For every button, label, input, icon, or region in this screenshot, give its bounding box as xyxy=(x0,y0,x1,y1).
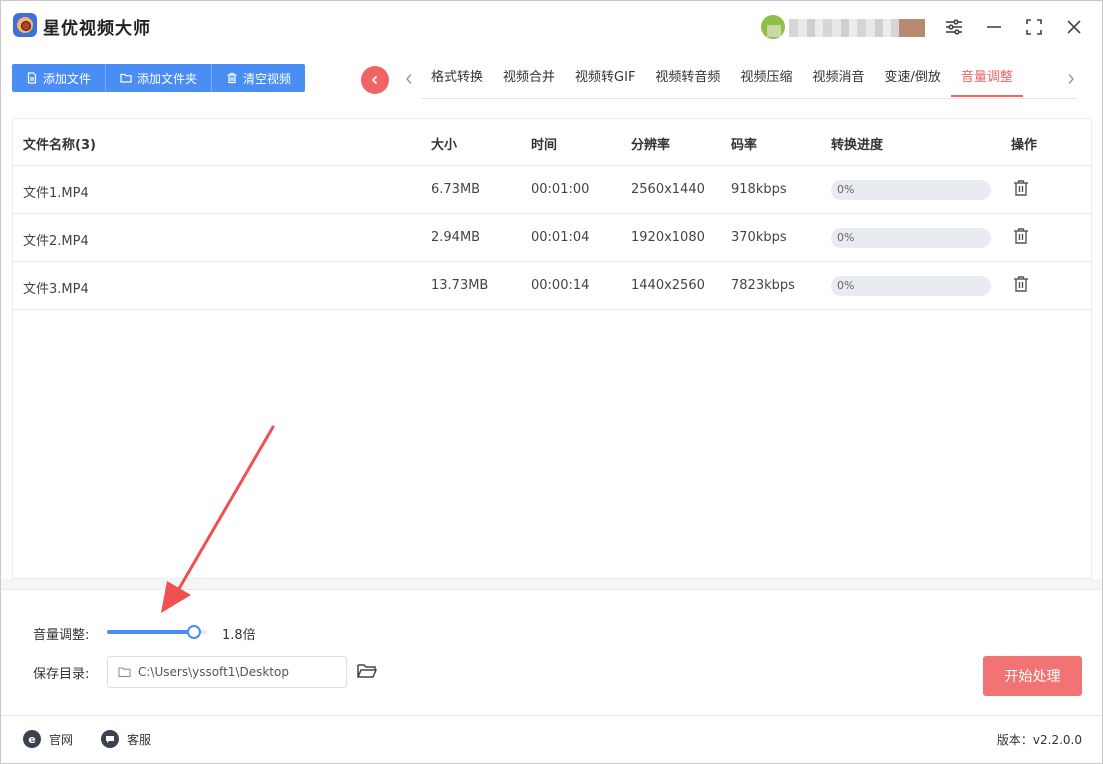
table-header: 文件名称(3) 大小 时间 分辨率 码率 转换进度 操作 xyxy=(13,119,1091,166)
tab-7[interactable]: 变速/倒放 xyxy=(874,61,950,97)
progress-text: 0% xyxy=(837,279,855,292)
add-file-label: 添加文件 xyxy=(43,71,92,86)
website-e-icon: e xyxy=(23,730,41,748)
cell-bitrate: 7823kbps xyxy=(731,278,795,293)
user-name-blurred[interactable] xyxy=(789,19,925,37)
divider xyxy=(1,589,1102,590)
progress-bar: 0% xyxy=(831,180,991,200)
progress-bar: 0% xyxy=(831,228,991,248)
website-label: 官网 xyxy=(49,732,74,747)
tab-2[interactable]: 视频合并 xyxy=(493,61,565,97)
settings-sliders-icon[interactable] xyxy=(942,15,966,39)
cell-duration: 00:00:14 xyxy=(531,278,590,293)
status-bar: e 官网 客服 版本：v2.2.0.0 xyxy=(1,715,1102,763)
progress-text: 0% xyxy=(837,183,855,196)
volume-slider[interactable] xyxy=(107,624,207,640)
chevron-left-icon xyxy=(371,75,378,85)
cell-resolution: 1920x1080 xyxy=(631,230,705,245)
add-folder-label: 添加文件夹 xyxy=(137,71,198,86)
header-progress: 转换进度 xyxy=(831,138,884,153)
cell-bitrate: 918kbps xyxy=(731,182,787,197)
app-window: 星优视频大师 添加文件 添加文件夹 清空视频 格式转换 视频合并 视频转GIF … xyxy=(0,0,1103,764)
feature-tabs: 格式转换 视频合并 视频转GIF 视频转音频 视频压缩 视频消音 变速/倒放 音量调整 xyxy=(421,61,1077,99)
tab-5[interactable]: 视频压缩 xyxy=(730,61,802,97)
file-icon xyxy=(26,72,38,84)
delete-trash-icon[interactable] xyxy=(1011,226,1031,246)
app-logo-icon xyxy=(13,13,37,37)
user-avatar[interactable] xyxy=(761,15,785,39)
progress-text: 0% xyxy=(837,231,855,244)
tab-1[interactable]: 格式转换 xyxy=(421,61,493,97)
header-resolution: 分辨率 xyxy=(631,138,671,153)
volume-slider-fill xyxy=(107,630,194,634)
table-row[interactable]: 文件3.MP4 13.73MB 00:00:14 1440x2560 7823kbps 0… xyxy=(13,262,1091,310)
delete-trash-icon[interactable] xyxy=(1011,178,1031,198)
maximize-icon[interactable] xyxy=(1022,15,1046,39)
support-label: 客服 xyxy=(127,732,152,747)
tab-4[interactable]: 视频转音频 xyxy=(645,61,730,97)
table-footer-band xyxy=(1,579,1102,589)
table-row[interactable]: 文件2.MP4 2.94MB 00:01:04 1920x1080 370kbps 0% xyxy=(13,214,1091,262)
title-bar: 星优视频大师 xyxy=(1,1,1102,53)
folder-outline-icon xyxy=(118,666,131,678)
file-action-buttons: 添加文件 添加文件夹 清空视频 xyxy=(12,64,306,92)
website-link[interactable]: e 官网 xyxy=(23,730,73,748)
clear-videos-button[interactable]: 清空视频 xyxy=(212,64,306,92)
tabs-scroll-right-icon[interactable] xyxy=(1063,69,1079,89)
chat-bubble-icon xyxy=(101,730,119,748)
add-folder-button[interactable]: 添加文件夹 xyxy=(106,64,213,92)
open-folder-icon[interactable] xyxy=(356,661,378,681)
cell-duration: 00:01:04 xyxy=(531,230,590,245)
cell-file-name: 文件2.MP4 xyxy=(23,234,89,249)
header-duration: 时间 xyxy=(531,138,558,153)
cell-resolution: 2560x1440 xyxy=(631,182,705,197)
clear-videos-label: 清空视频 xyxy=(243,71,292,86)
minimize-icon[interactable] xyxy=(982,15,1006,39)
save-dir-path: C:\Users\yssoft1\Desktop xyxy=(138,665,289,679)
trash-icon xyxy=(226,72,238,84)
version-text: 版本：v2.2.0.0 xyxy=(996,733,1082,747)
header-actions: 操作 xyxy=(1011,138,1038,153)
app-title: 星优视频大师 xyxy=(43,19,151,39)
cell-size: 2.94MB xyxy=(431,230,481,245)
start-processing-button[interactable]: 开始处理 xyxy=(983,656,1082,696)
save-dir-label: 保存目录: xyxy=(33,667,90,682)
tab-6[interactable]: 视频消音 xyxy=(802,61,874,97)
table-row[interactable]: 文件1.MP4 6.73MB 00:01:00 2560x1440 918kbps 0% xyxy=(13,166,1091,214)
folder-icon xyxy=(120,72,132,84)
volume-label: 音量调整: xyxy=(33,628,90,643)
close-icon[interactable] xyxy=(1062,15,1086,39)
collapse-sidebar-button[interactable] xyxy=(361,66,389,94)
tab-3[interactable]: 视频转GIF xyxy=(565,61,645,97)
cell-size: 13.73MB xyxy=(431,278,489,293)
cell-size: 6.73MB xyxy=(431,182,481,197)
tabs-scroll-left-icon[interactable] xyxy=(401,69,417,89)
progress-bar: 0% xyxy=(831,276,991,296)
add-file-button[interactable]: 添加文件 xyxy=(12,64,107,92)
header-size: 大小 xyxy=(431,138,458,153)
tab-8[interactable]: 音量调整 xyxy=(950,61,1023,97)
volume-slider-thumb[interactable] xyxy=(187,625,201,639)
delete-trash-icon[interactable] xyxy=(1011,274,1031,294)
header-bitrate: 码率 xyxy=(731,138,758,153)
cell-bitrate: 370kbps xyxy=(731,230,787,245)
cell-resolution: 1440x2560 xyxy=(631,278,705,293)
cell-file-name: 文件3.MP4 xyxy=(23,282,89,297)
save-dir-input[interactable]: C:\Users\yssoft1\Desktop xyxy=(107,656,347,688)
file-table: 文件名称(3) 大小 时间 分辨率 码率 转换进度 操作 文件1.MP4 6.73… xyxy=(12,118,1092,579)
cell-file-name: 文件1.MP4 xyxy=(23,186,89,201)
header-file-name: 文件名称(3) xyxy=(23,138,96,153)
cell-duration: 00:01:00 xyxy=(531,182,590,197)
volume-value: 1.8倍 xyxy=(222,628,256,643)
support-link[interactable]: 客服 xyxy=(101,730,151,748)
